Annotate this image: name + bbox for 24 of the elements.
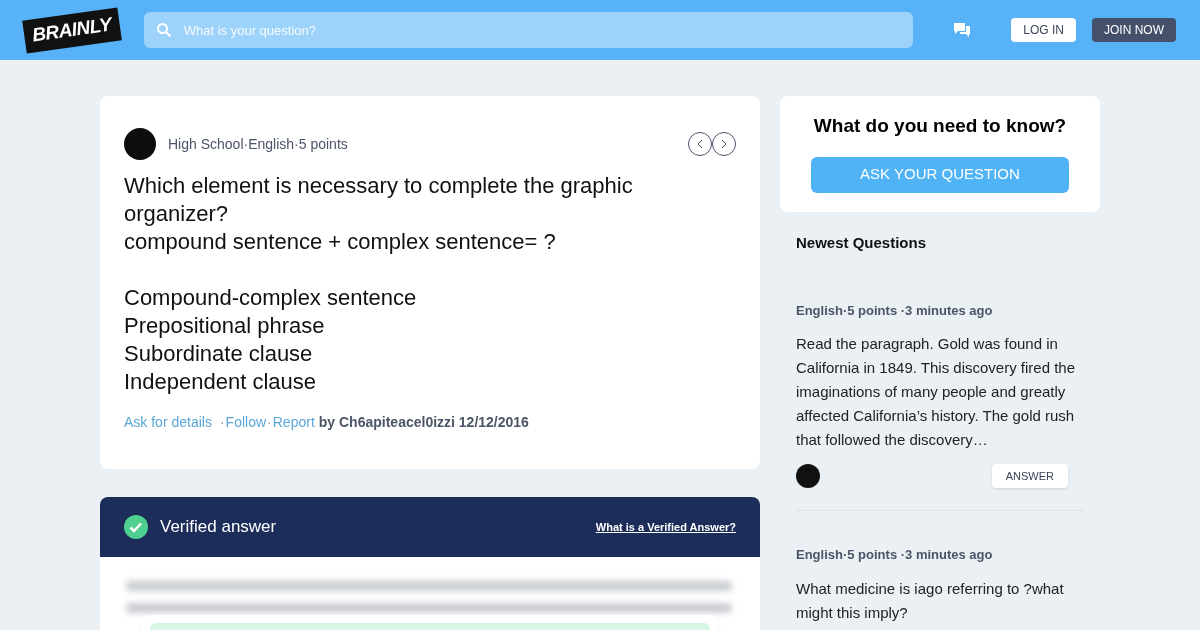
separator-dot: · <box>267 413 272 432</box>
question-meta: English·5 points ·3 minutes ago <box>796 301 994 320</box>
brainly-logo[interactable]: BRAINLY <box>22 7 122 53</box>
search-field[interactable]: What is your question? <box>143 12 914 48</box>
verified-answer-title: Verified answer <box>160 516 278 539</box>
section-title: Newest Questions <box>796 233 928 253</box>
question-preview[interactable]: What medicine is iago referring to ?what might this imply? <box>796 576 1080 625</box>
question-preview[interactable]: Read the paragraph. Gold was found in California in 1849. This discovery fired the imaginations of many people and greatly affected California’s history. The gold rush that followed the discovery… <box>796 332 1080 452</box>
avatar <box>796 464 820 488</box>
chevron-right-icon <box>721 139 727 149</box>
question-text: Which element is necessary to complete the graphic organizer? compound sentence + complex sentence= ? Compound-complex sentence Prepositional phrase Subordinate clause Independent clause <box>124 172 634 396</box>
check-icon <box>124 515 148 539</box>
ask-title: What do you need to know? <box>813 114 1067 138</box>
search-icon <box>155 22 172 38</box>
separator-dot: · <box>219 413 225 432</box>
question-meta: High School·English·5 points <box>168 134 349 154</box>
author-byline: by Ch6apiteacel0izzi 12/12/2016 <box>318 413 529 432</box>
question-meta: English·5 points ·3 minutes ago <box>796 546 994 564</box>
chevron-left-icon <box>697 139 703 149</box>
log-in-button[interactable]: LOG IN <box>1011 18 1076 42</box>
answer-button[interactable]: ANSWER <box>991 464 1068 488</box>
join-now-button[interactable]: JOIN NOW <box>1092 18 1176 42</box>
verified-answer-link[interactable]: What is a Verified Answer? <box>595 518 736 536</box>
avatar <box>124 128 156 160</box>
